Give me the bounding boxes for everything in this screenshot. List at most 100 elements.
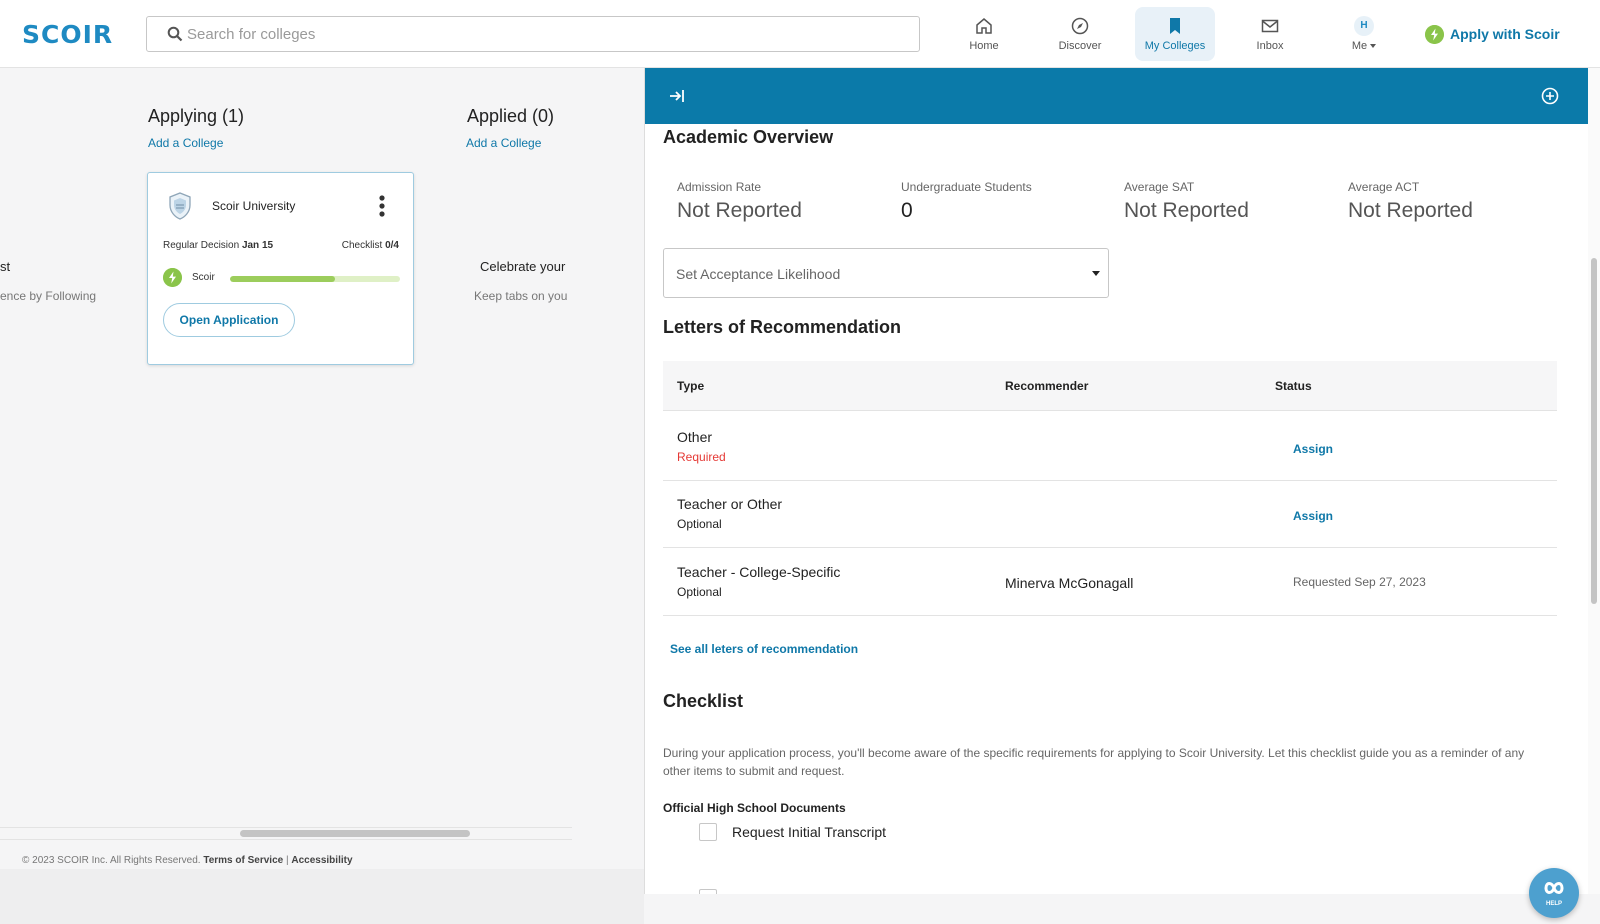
stat-label: Average SAT xyxy=(1124,180,1195,194)
avatar: H xyxy=(1354,16,1374,36)
table-row: Teacher - College-Specific Optional Mine… xyxy=(663,547,1557,616)
add-circle-icon[interactable] xyxy=(1541,87,1559,105)
stat-value: Not Reported xyxy=(1348,199,1473,222)
application-board: Applying (1) Add a College Applied (0) A… xyxy=(0,68,644,924)
deadline: Regular Decision Jan 15 xyxy=(163,240,273,251)
see-all-letters-link[interactable]: See all leters of recommendation xyxy=(670,642,858,656)
checklist-checkbox[interactable] xyxy=(699,823,717,841)
horizontal-scrollbar[interactable] xyxy=(240,830,470,837)
bolt-icon xyxy=(1425,24,1444,44)
accessibility-link[interactable]: Accessibility xyxy=(291,855,352,866)
letters-table-header: Type Recommender Status xyxy=(663,361,1557,411)
nav-my-colleges[interactable]: My Colleges xyxy=(1135,7,1215,61)
checklist-count: 0/4 xyxy=(385,240,399,251)
applying-column-title: Applying (1) xyxy=(148,106,245,126)
assign-button[interactable]: Assign xyxy=(1293,509,1333,523)
apply-with-scoir-button[interactable]: Apply with Scoir xyxy=(1425,24,1560,44)
mail-icon xyxy=(1261,19,1279,33)
stat-value: 0 xyxy=(901,199,913,222)
assign-button[interactable]: Assign xyxy=(1293,442,1333,456)
checklist-description: During your application process, you'll … xyxy=(663,746,1525,778)
column-header-type: Type xyxy=(677,379,705,393)
letter-type: Teacher - College-Specific xyxy=(677,564,841,580)
nav-me[interactable]: H Me xyxy=(1324,7,1404,61)
letter-type: Other xyxy=(677,429,713,445)
stat-label: Admission Rate xyxy=(677,180,762,194)
left-column-subtitle-cut: ence by Following xyxy=(0,289,97,303)
help-label: HELP xyxy=(1545,901,1562,907)
chevron-down-icon xyxy=(1370,44,1377,49)
vertical-scrollbar-thumb[interactable] xyxy=(1591,258,1597,604)
checklist-label: Checklist xyxy=(341,240,383,251)
college-detail-panel: Academic Overview Admission Rate Not Rep… xyxy=(644,68,1588,894)
divider xyxy=(0,827,572,828)
college-name: Scoir University xyxy=(212,199,296,213)
board-bottom-area xyxy=(0,869,644,924)
nav-inbox-label: Inbox xyxy=(1256,40,1284,52)
nav-home-label: Home xyxy=(969,40,999,52)
caret-down-icon xyxy=(1092,271,1100,276)
stat-value: Not Reported xyxy=(1124,199,1249,222)
nav-inbox[interactable]: Inbox xyxy=(1230,7,1310,61)
applying-add-college-link[interactable]: Add a College xyxy=(148,136,223,150)
right-column-subtitle-cut: Keep tabs on you xyxy=(474,289,568,303)
stat-label: Undergraduate Students xyxy=(901,180,1032,194)
footer-separator: | xyxy=(285,855,289,866)
table-row: Teacher or Other Optional Assign xyxy=(663,479,1557,548)
apply-with-scoir-label: Apply with Scoir xyxy=(1450,26,1560,42)
checklist-section-title: Official High School Documents xyxy=(663,801,846,815)
bolt-icon xyxy=(163,268,182,287)
copyright: © 2023 SCOIR Inc. All Rights Reserved. xyxy=(22,855,201,866)
nav-my-colleges-label: My Colleges xyxy=(1144,40,1206,52)
college-card[interactable]: Scoir University Regular Decision Jan 15… xyxy=(147,172,414,365)
footer: © 2023 SCOIR Inc. All Rights Reserved. T… xyxy=(22,855,353,866)
college-shield-icon xyxy=(169,192,191,220)
checklist-status: Checklist 0/4 xyxy=(342,240,399,251)
bookmark-icon xyxy=(1170,18,1180,34)
column-header-recommender: Recommender xyxy=(1005,379,1089,393)
left-column-title-cut: st xyxy=(0,259,11,274)
platform-label: Scoir xyxy=(192,272,215,283)
checklist-item-label: Request Initial Transcript xyxy=(732,824,887,840)
scoir-logo[interactable]: SCOIR xyxy=(22,20,113,49)
help-button[interactable]: HELP xyxy=(1529,868,1579,918)
progress-bar xyxy=(230,276,400,282)
nav-me-text: Me xyxy=(1351,40,1368,52)
terms-link[interactable]: Terms of Service xyxy=(203,855,283,866)
acceptance-likelihood-placeholder: Set Acceptance Likelihood xyxy=(676,266,841,282)
applied-add-college-link[interactable]: Add a College xyxy=(466,136,541,150)
compass-icon xyxy=(1071,17,1089,35)
academic-overview-title: Academic Overview xyxy=(663,127,834,147)
recommender-name: Minerva McGonagall xyxy=(1005,575,1134,591)
column-header-status: Status xyxy=(1275,379,1312,393)
collapse-panel-icon[interactable] xyxy=(669,88,685,104)
search-box[interactable] xyxy=(146,16,920,52)
nav-discover[interactable]: Discover xyxy=(1040,7,1120,61)
nav-me-label: Me xyxy=(1324,40,1404,52)
progress-fill xyxy=(230,276,336,282)
search-input[interactable] xyxy=(187,17,887,51)
nav-discover-label: Discover xyxy=(1058,40,1102,52)
open-application-button[interactable]: Open Application xyxy=(163,303,295,337)
letter-type: Teacher or Other xyxy=(677,496,783,512)
panel-header xyxy=(645,68,1588,124)
right-column-title-cut: Celebrate your xyxy=(480,259,566,274)
letter-status: Requested Sep 27, 2023 xyxy=(1293,575,1426,589)
applied-column-title: Applied (0) xyxy=(467,106,555,126)
table-row: Other Required Assign xyxy=(663,412,1557,481)
letter-requirement: Optional xyxy=(677,517,722,531)
more-options-icon[interactable] xyxy=(378,194,386,218)
nav-home[interactable]: Home xyxy=(944,7,1024,61)
letters-title: Letters of Recommendation xyxy=(663,317,902,337)
checklist-title: Checklist xyxy=(663,691,744,711)
divider xyxy=(0,839,572,840)
acceptance-likelihood-select[interactable]: Set Acceptance Likelihood xyxy=(663,248,1109,298)
letter-requirement: Optional xyxy=(677,585,722,599)
home-icon xyxy=(976,18,992,34)
infinity-icon xyxy=(1544,882,1564,894)
search-icon xyxy=(167,26,183,42)
letter-requirement: Required xyxy=(677,450,726,464)
checklist-checkbox[interactable] xyxy=(699,889,717,894)
deadline-label: Regular Decision xyxy=(163,240,240,251)
top-bar: SCOIR Home Discover My Colleges Inbox H … xyxy=(0,0,1600,68)
